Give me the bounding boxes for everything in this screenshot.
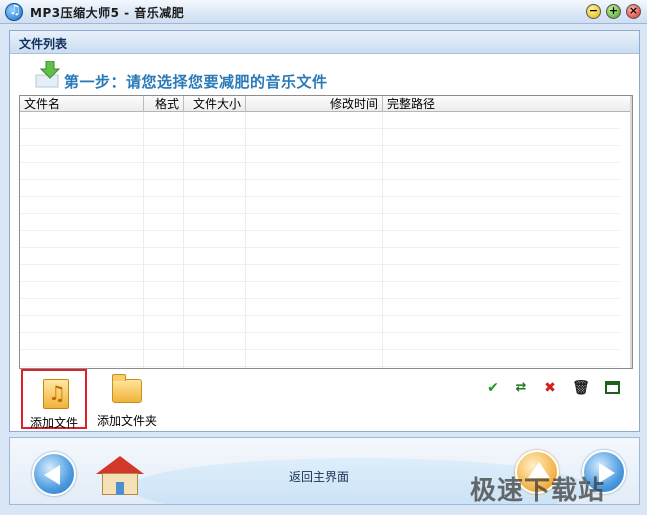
step-title: 第一步：请您选择您要减肥的音乐文件 <box>64 73 328 91</box>
back-arrow-button[interactable] <box>32 452 76 496</box>
title-bar: MP3压缩大师5 - 音乐减肥 − + × <box>0 0 647 24</box>
table-header: 文件名 格式 文件大小 修改时间 完整路径 <box>20 96 632 112</box>
add-folder-button[interactable]: 添加文件夹 <box>94 369 160 429</box>
column-header-modified[interactable]: 修改时间 <box>246 96 383 112</box>
table-row <box>20 129 620 146</box>
column-header-size[interactable]: 文件大小 <box>184 96 246 112</box>
table-row <box>20 214 620 231</box>
add-folder-label: 添加文件夹 <box>96 414 157 428</box>
minimize-button[interactable]: − <box>586 4 601 19</box>
table-row <box>20 163 620 180</box>
home-icon[interactable] <box>96 456 144 496</box>
delete-icon[interactable]: ✖ <box>541 379 559 397</box>
maximize-button[interactable]: + <box>606 4 621 19</box>
column-header-path[interactable]: 完整路径 <box>383 96 631 112</box>
trash-icon[interactable]: 🗑 <box>572 379 590 397</box>
folder-icon <box>112 374 142 403</box>
check-icon[interactable]: ✔ <box>484 379 502 397</box>
close-button[interactable]: × <box>626 4 641 19</box>
table-row <box>20 350 620 367</box>
add-file-label: 添加文件 <box>29 416 78 430</box>
file-list-panel: 文件列表 第一步：请您选择您要减肥的音乐文件 文件名 格式 文件大小 修改时间 … <box>9 30 640 432</box>
watermark-text: 极速下载站 <box>470 476 606 506</box>
table-row <box>20 282 620 299</box>
column-header-filename[interactable]: 文件名 <box>20 96 144 112</box>
window-icon[interactable] <box>603 379 621 397</box>
app-music-icon <box>5 3 23 21</box>
duplicate-icon[interactable]: ⇄ <box>512 379 530 397</box>
table-row <box>20 231 620 248</box>
back-to-main-label[interactable]: 返回主界面 <box>289 468 349 485</box>
file-table[interactable]: 文件名 格式 文件大小 修改时间 完整路径 <box>19 95 633 369</box>
table-row <box>20 146 620 163</box>
step-arrow-icon <box>35 61 61 88</box>
table-row <box>20 265 620 282</box>
table-row <box>20 299 620 316</box>
table-row <box>20 197 620 214</box>
table-row <box>20 112 620 129</box>
table-rows <box>20 112 620 367</box>
window-title: MP3压缩大师5 - 音乐减肥 <box>30 6 185 20</box>
table-row <box>20 248 620 265</box>
table-edge <box>630 96 632 368</box>
music-file-icon <box>43 379 69 409</box>
column-header-format[interactable]: 格式 <box>144 96 184 112</box>
table-row <box>20 316 620 333</box>
table-row <box>20 180 620 197</box>
add-file-button[interactable]: 添加文件 <box>21 369 87 430</box>
panel-header: 文件列表 <box>10 31 639 54</box>
table-row <box>20 333 620 350</box>
